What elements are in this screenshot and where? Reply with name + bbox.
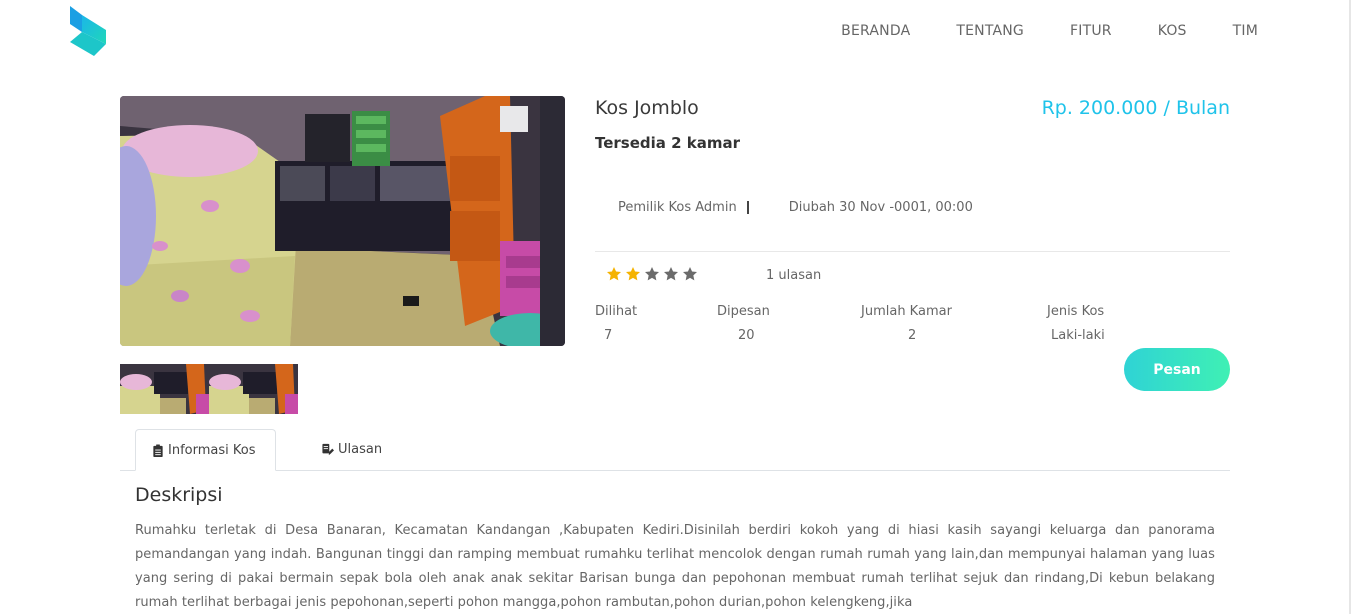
logo-icon[interactable]: [68, 6, 108, 56]
tab-informasi-kos[interactable]: Informasi Kos: [135, 429, 276, 471]
stat-label-rooms: Jumlah Kamar: [861, 304, 952, 319]
description-heading: Deskripsi: [135, 484, 223, 506]
nav-beranda[interactable]: BERANDA: [841, 22, 910, 40]
stat-label-type: Jenis Kos: [1047, 304, 1105, 319]
stat-value-type: Laki-laki: [1051, 328, 1105, 343]
tabs-border: [120, 470, 1230, 471]
review-count[interactable]: 1 ulasan: [766, 268, 821, 283]
stat-value-ordered: 20: [738, 328, 755, 343]
clipboard-icon: [153, 443, 163, 457]
availability-text: Tersedia 2 kamar: [595, 134, 741, 152]
divider: [595, 251, 1230, 252]
nav-fitur[interactable]: FITUR: [1070, 22, 1112, 40]
thumbnail-1[interactable]: [120, 364, 209, 414]
thumbnail-2[interactable]: [209, 364, 298, 414]
nav-kos[interactable]: KOS: [1158, 22, 1187, 40]
tab-ulasan[interactable]: Ulasan: [306, 429, 398, 470]
rating-stars: [606, 266, 698, 282]
description-text: Rumahku terletak di Desa Banaran, Kecama…: [135, 523, 1215, 610]
tab-label: Ulasan: [338, 442, 383, 457]
star-icon: [664, 267, 678, 281]
main-nav: BERANDA TENTANG FITUR KOS TIM: [841, 22, 1258, 40]
stat-value-viewed: 7: [604, 328, 613, 343]
photo-thumbnails: [120, 364, 298, 414]
owner-text: Pemilik Kos Admin: [618, 200, 737, 215]
star-icon: [626, 267, 640, 281]
nav-tentang[interactable]: TENTANG: [956, 22, 1024, 40]
stat-label-ordered: Dipesan: [717, 304, 770, 319]
tab-label: Informasi Kos: [168, 442, 256, 458]
review-icon: [322, 443, 334, 456]
star-icon: [683, 267, 697, 281]
meta-separator: [746, 201, 749, 214]
star-icon: [645, 267, 659, 281]
listing-meta: Pemilik Kos Admin Diubah 30 Nov -0001, 0…: [618, 200, 973, 215]
listing-title: Kos Jomblo: [595, 97, 699, 119]
book-button[interactable]: Pesan: [1124, 348, 1230, 391]
main-room-photo[interactable]: [120, 96, 565, 346]
nav-tim[interactable]: TIM: [1233, 22, 1258, 40]
stat-value-rooms: 2: [908, 328, 917, 343]
stat-label-viewed: Dilihat: [595, 304, 638, 319]
star-icon: [607, 267, 621, 281]
updated-text: Diubah 30 Nov -0001, 00:00: [788, 200, 973, 215]
listing-price: Rp. 200.000 / Bulan: [1041, 97, 1230, 119]
